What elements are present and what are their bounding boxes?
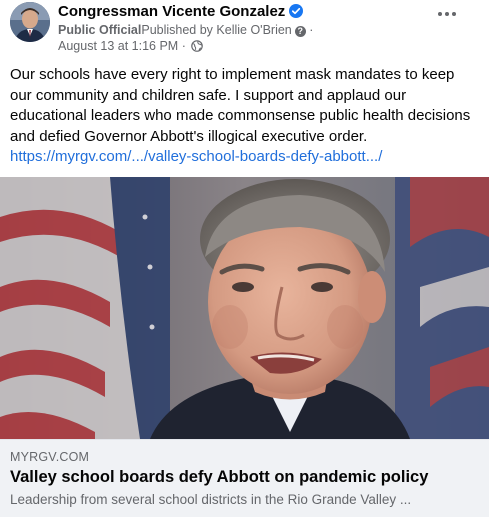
- post-body: Our schools have every right to implemen…: [10, 66, 471, 145]
- facebook-post: Congressman Vicente Gonzalez Public Offi…: [0, 0, 489, 517]
- author-avatar[interactable]: [10, 2, 50, 42]
- meta-separator: ·: [181, 39, 186, 53]
- avatar-portrait: [10, 2, 50, 42]
- preview-domain: MYRGV.COM: [10, 450, 90, 464]
- link-preview-card[interactable]: MYRGV.COM Valley school boards defy Abbo…: [0, 177, 489, 517]
- preview-description: Leadership from several school districts…: [10, 492, 412, 507]
- post-header: Congressman Vicente Gonzalez Public Offi…: [10, 0, 480, 58]
- verified-badge-icon: [289, 4, 304, 22]
- published-by[interactable]: Published by Kellie O'Brien: [141, 23, 291, 37]
- byline-separator: ·: [309, 23, 314, 37]
- author-name-text: Congressman Vicente Gonzalez: [58, 3, 286, 20]
- author-category: Public Official: [58, 23, 142, 37]
- preview-headline[interactable]: Valley school boards defy Abbott on pand…: [10, 468, 428, 487]
- more-options-icon[interactable]: [438, 6, 462, 22]
- link-preview-image: [0, 177, 489, 439]
- post-timestamp[interactable]: August 13 at 1:16 PM: [58, 39, 178, 53]
- preview-photo: [0, 177, 489, 439]
- author-name[interactable]: Congressman Vicente Gonzalez: [58, 3, 304, 22]
- post-byline: Public OfficialPublished by Kellie O'Bri…: [58, 23, 313, 37]
- link-preview-info: MYRGV.COM Valley school boards defy Abbo…: [0, 439, 489, 517]
- post-meta: August 13 at 1:16 PM ·: [58, 39, 204, 55]
- post-link[interactable]: https://myrgv.com/.../valley-school-boar…: [10, 148, 382, 165]
- question-icon[interactable]: ?: [294, 26, 306, 37]
- globe-icon[interactable]: [191, 40, 204, 55]
